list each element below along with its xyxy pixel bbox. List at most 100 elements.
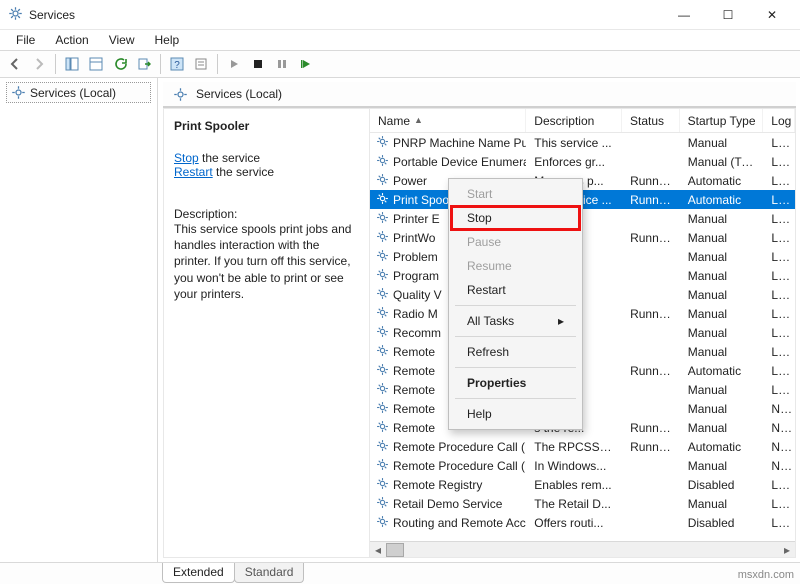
- stop-service-button[interactable]: [247, 53, 269, 75]
- gear-icon: [8, 6, 23, 24]
- table-row[interactable]: PNRP Machine Name Publi...This service .…: [370, 133, 795, 152]
- gear-icon: [376, 496, 389, 512]
- detail-title: Print Spooler: [174, 119, 359, 133]
- gear-icon: [376, 439, 389, 455]
- service-status: Running: [622, 364, 680, 378]
- service-desc: Offers routi...: [526, 516, 622, 530]
- service-startup: Manual: [680, 421, 764, 435]
- service-name: Remote: [393, 383, 435, 397]
- ctx-stop[interactable]: Stop: [451, 206, 580, 230]
- service-startup: Automatic: [680, 364, 764, 378]
- titlebar: Services — ☐ ✕: [0, 0, 800, 30]
- ctx-start: Start: [451, 182, 580, 206]
- restart-service-link[interactable]: Restart: [174, 165, 213, 179]
- help-button[interactable]: ?: [166, 53, 188, 75]
- service-name: Power: [393, 174, 427, 188]
- service-startup: Manual: [680, 402, 764, 416]
- gear-icon: [376, 211, 389, 227]
- scroll-left-icon[interactable]: ◂: [370, 543, 386, 557]
- table-row[interactable]: Portable Device Enumerato...Enforces gr.…: [370, 152, 795, 171]
- service-logon: Netv: [763, 402, 795, 416]
- description-text: This service spools print jobs and handl…: [174, 221, 359, 302]
- table-row[interactable]: Remote Procedure Call (RPC)The RPCSS s..…: [370, 437, 795, 456]
- restart-service-tail: the service: [213, 165, 274, 179]
- service-startup: Automatic: [680, 174, 764, 188]
- service-status: Running: [622, 440, 680, 454]
- ctx-help[interactable]: Help: [451, 402, 580, 426]
- stop-service-link[interactable]: Stop: [174, 151, 199, 165]
- horizontal-scrollbar[interactable]: ◂ ▸: [370, 541, 795, 557]
- forward-button[interactable]: [28, 53, 50, 75]
- service-startup: Manual: [680, 326, 764, 340]
- ctx-sep: [455, 367, 576, 368]
- menu-view[interactable]: View: [99, 31, 145, 49]
- col-status[interactable]: Status: [622, 109, 680, 132]
- scrollbar-thumb[interactable]: [386, 543, 404, 557]
- service-name: Remote Procedure Call (RPC): [393, 440, 526, 454]
- gear-icon: [376, 363, 389, 379]
- properties-button[interactable]: [190, 53, 212, 75]
- restart-service-button[interactable]: [295, 53, 317, 75]
- ctx-refresh[interactable]: Refresh: [451, 340, 580, 364]
- service-startup: Manual: [680, 459, 764, 473]
- table-row[interactable]: Retail Demo ServiceThe Retail D...Manual…: [370, 494, 795, 513]
- service-status: Running: [622, 174, 680, 188]
- detail-pane-button[interactable]: [85, 53, 107, 75]
- tab-standard[interactable]: Standard: [234, 563, 305, 583]
- service-startup: Manual: [680, 497, 764, 511]
- gear-icon: [376, 287, 389, 303]
- service-startup: Automatic: [680, 193, 764, 207]
- scroll-right-icon[interactable]: ▸: [779, 543, 795, 557]
- menu-file[interactable]: File: [6, 31, 45, 49]
- ctx-properties[interactable]: Properties: [451, 371, 580, 395]
- minimize-button[interactable]: —: [662, 1, 706, 29]
- table-row[interactable]: Remote RegistryEnables rem...DisabledLoc…: [370, 475, 795, 494]
- service-logon: Loca: [763, 516, 795, 530]
- close-button[interactable]: ✕: [750, 1, 794, 29]
- description-label: Description:: [174, 207, 359, 221]
- service-startup: Manual: [680, 307, 764, 321]
- export-button[interactable]: [133, 53, 155, 75]
- col-name[interactable]: Name▲: [370, 109, 526, 132]
- svg-text:?: ?: [174, 60, 180, 71]
- gear-icon: [376, 344, 389, 360]
- service-status: Running: [622, 307, 680, 321]
- service-logon: Loca: [763, 478, 795, 492]
- refresh-button[interactable]: [109, 53, 131, 75]
- back-button[interactable]: [4, 53, 26, 75]
- ctx-sep: [455, 336, 576, 337]
- restart-service-link-row: Restart the service: [174, 165, 359, 179]
- gear-icon: [376, 382, 389, 398]
- service-logon: Loca: [763, 174, 795, 188]
- service-desc: Enables rem...: [526, 478, 622, 492]
- menu-help[interactable]: Help: [145, 31, 190, 49]
- tree-root-services[interactable]: Services (Local): [6, 82, 151, 103]
- tab-extended[interactable]: Extended: [162, 563, 235, 583]
- col-logon[interactable]: Log: [763, 109, 795, 132]
- service-name: Problem: [393, 250, 438, 264]
- table-row[interactable]: Routing and Remote AccessOffers routi...…: [370, 513, 795, 532]
- service-name: Retail Demo Service: [393, 497, 502, 511]
- ctx-restart[interactable]: Restart: [451, 278, 580, 302]
- service-startup: Manual: [680, 250, 764, 264]
- pause-service-button[interactable]: [271, 53, 293, 75]
- maximize-button[interactable]: ☐: [706, 1, 750, 29]
- service-startup: Automatic: [680, 440, 764, 454]
- show-tree-button[interactable]: [61, 53, 83, 75]
- ctx-sep: [455, 398, 576, 399]
- ctx-all-tasks[interactable]: All Tasks ▸: [451, 309, 580, 333]
- gear-icon: [376, 135, 389, 151]
- table-row[interactable]: Remote Procedure Call (RP...In Windows..…: [370, 456, 795, 475]
- menu-action[interactable]: Action: [45, 31, 98, 49]
- service-startup: Disabled: [680, 516, 764, 530]
- stop-service-tail: the service: [199, 151, 260, 165]
- service-logon: Loca: [763, 155, 795, 169]
- col-startup[interactable]: Startup Type: [680, 109, 764, 132]
- gear-icon: [376, 268, 389, 284]
- toolbar: ?: [0, 50, 800, 78]
- service-startup: Manual (Trig...: [680, 155, 764, 169]
- start-service-button[interactable]: [223, 53, 245, 75]
- gear-icon: [376, 192, 389, 208]
- col-description[interactable]: Description: [526, 109, 622, 132]
- right-header-label: Services (Local): [196, 87, 282, 101]
